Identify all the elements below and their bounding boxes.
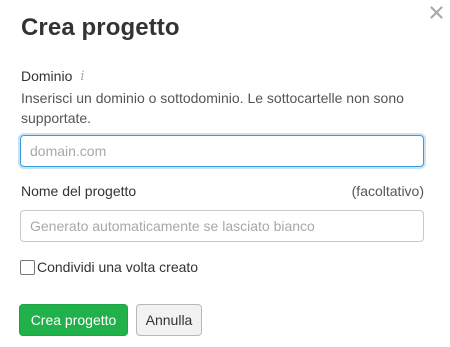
- project-name-label: Nome del progetto: [21, 183, 137, 199]
- domain-label-row: Dominio i: [21, 68, 85, 84]
- optional-label: (facoltativo): [351, 183, 424, 199]
- create-project-dialog: Crea progetto Dominio i Inserisci un dom…: [0, 0, 450, 347]
- info-icon[interactable]: i: [80, 70, 84, 83]
- domain-input[interactable]: [20, 135, 424, 167]
- domain-help-text: Inserisci un dominio o sottodominio. Le …: [21, 90, 404, 126]
- close-button[interactable]: [426, 2, 446, 22]
- create-project-button[interactable]: Crea progetto: [19, 304, 128, 336]
- domain-label: Dominio: [21, 68, 73, 84]
- share-checkbox[interactable]: [20, 259, 35, 275]
- project-name-input[interactable]: [20, 210, 424, 242]
- share-checkbox-label[interactable]: Condividi una volta creato: [37, 259, 198, 275]
- close-icon: [429, 5, 443, 19]
- dialog-title: Crea progetto: [21, 14, 180, 41]
- share-checkbox-row[interactable]: Condividi una volta creato: [20, 259, 198, 275]
- cancel-button[interactable]: Annulla: [136, 304, 202, 336]
